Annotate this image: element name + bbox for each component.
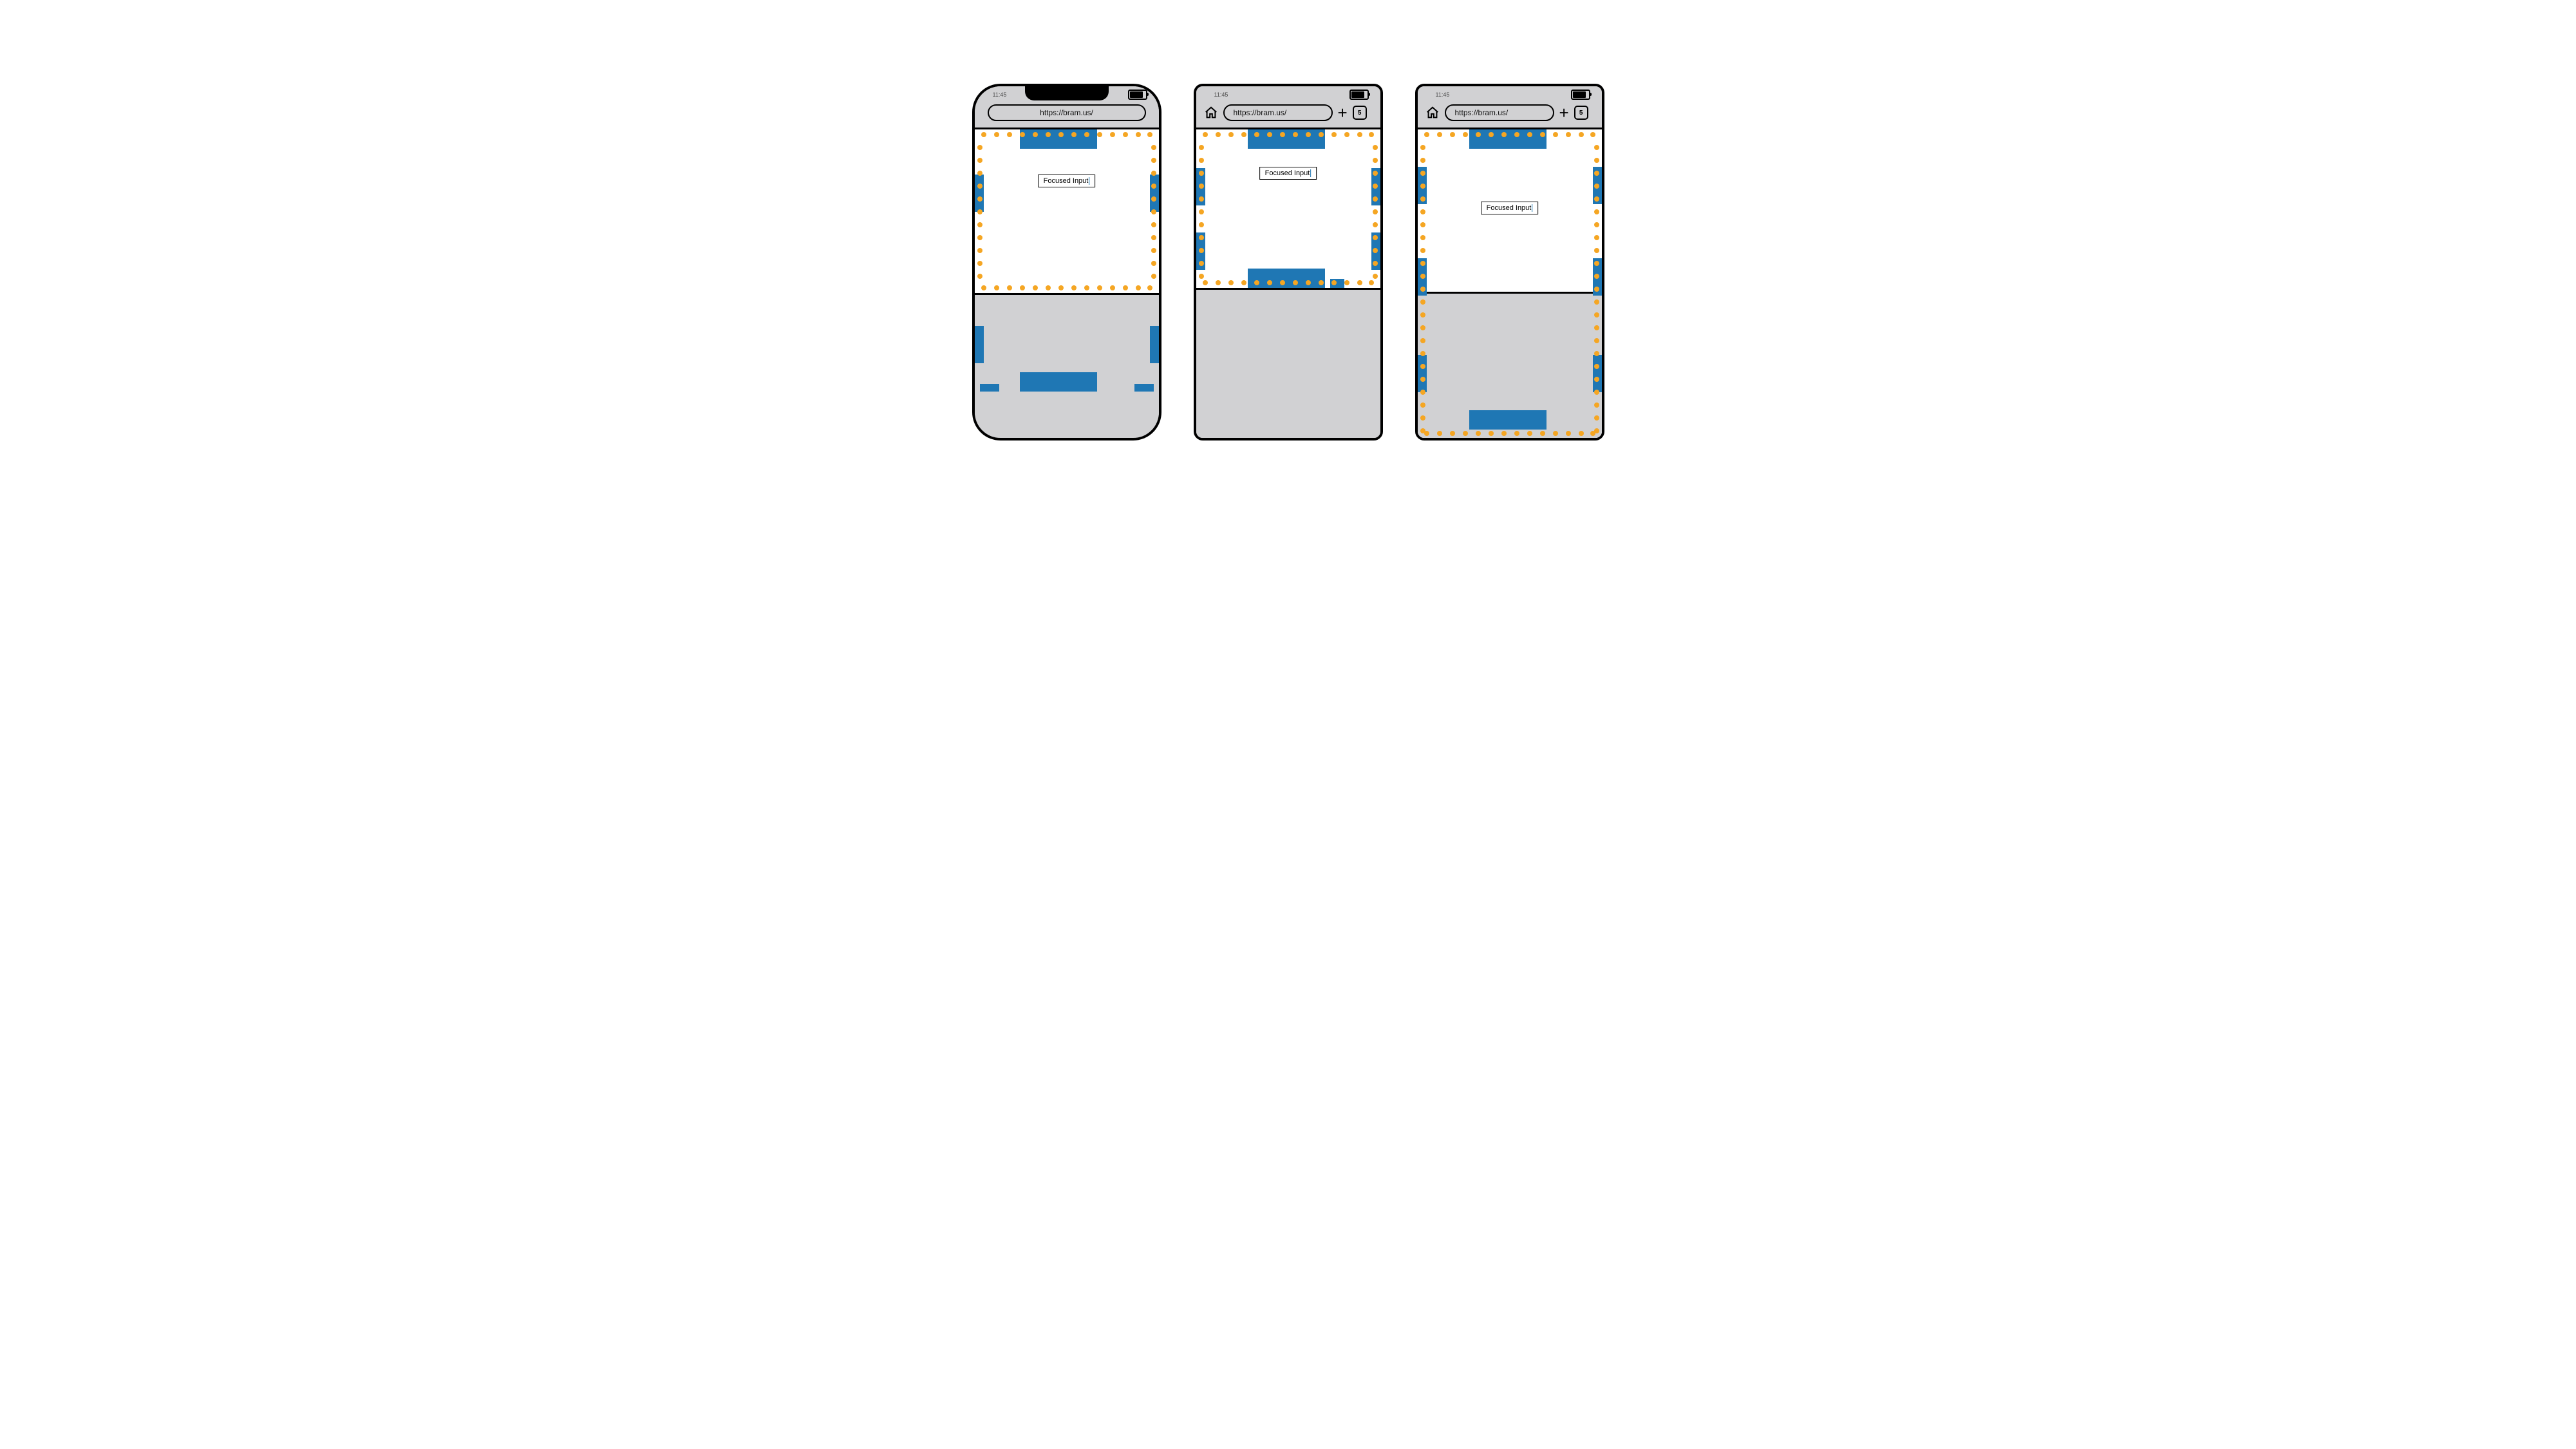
notch [1025, 86, 1109, 100]
fixed-bottom-right [1134, 384, 1154, 392]
fixed-left [975, 175, 984, 212]
fixed-left-3 [1418, 355, 1427, 392]
browser-chrome: 11:45 https://bram.us/ + 5 [1418, 86, 1602, 128]
url-field[interactable]: https://bram.us/ [1223, 104, 1333, 121]
fixed-bottom-extra [1330, 279, 1344, 288]
status-bar: 11:45 [1418, 86, 1602, 100]
fixed-right-2 [1371, 232, 1380, 270]
fixed-right-overflow [1150, 326, 1159, 363]
fixed-right-3 [1593, 355, 1602, 392]
new-tab-icon[interactable]: + [1559, 107, 1569, 118]
fixed-right [1150, 175, 1159, 212]
url-field[interactable]: https://bram.us/ [988, 104, 1146, 121]
home-icon[interactable] [1204, 106, 1218, 120]
text-caret [1310, 169, 1311, 177]
address-bar: https://bram.us/ [975, 100, 1159, 128]
input-value: Focused Input [1044, 177, 1089, 185]
device-ios: 11:45 https://bram.us/ [972, 84, 1161, 440]
clock: 11:45 [993, 91, 1007, 98]
address-bar: https://bram.us/ + 5 [1418, 100, 1602, 128]
fixed-left-2 [1196, 232, 1205, 270]
fixed-bottom-center [1020, 372, 1097, 392]
url-field[interactable]: https://bram.us/ [1445, 104, 1554, 121]
tab-count[interactable]: 5 [1574, 106, 1588, 120]
layout-viewport: Focused Input [1418, 129, 1602, 439]
fixed-top-center [1248, 129, 1325, 149]
browser-chrome: 11:45 https://bram.us/ + 5 [1196, 86, 1380, 128]
fixed-right-1 [1593, 167, 1602, 204]
address-bar: https://bram.us/ + 5 [1196, 100, 1380, 128]
battery-icon [1571, 90, 1590, 100]
clock: 11:45 [1436, 91, 1450, 98]
clock: 11:45 [1214, 91, 1228, 98]
fixed-top-center [1469, 129, 1547, 149]
new-tab-icon[interactable]: + [1338, 107, 1348, 118]
virtual-keyboard [1196, 290, 1380, 439]
status-bar: 11:45 [1196, 86, 1380, 100]
visual-viewport: Focused Input [975, 129, 1159, 293]
fixed-left-2 [1418, 258, 1427, 296]
fixed-top-center [1020, 129, 1097, 149]
fixed-bottom-center [1469, 410, 1547, 430]
fixed-left-1 [1418, 167, 1427, 204]
focused-input[interactable]: Focused Input [1038, 175, 1096, 187]
icb-outline [975, 129, 1159, 293]
fixed-left-overflow [975, 326, 984, 363]
virtual-keyboard [975, 295, 1159, 437]
fixed-bottom-center [1248, 269, 1325, 288]
battery-icon [1349, 90, 1369, 100]
diagram-stage: 11:45 https://bram.us/ [0, 0, 2576, 524]
fixed-left [1196, 168, 1205, 205]
visual-viewport: Focused Input [1196, 129, 1380, 288]
home-icon[interactable] [1425, 106, 1440, 120]
focused-input[interactable]: Focused Input [1481, 202, 1539, 214]
fixed-right-2 [1593, 258, 1602, 296]
fixed-bottom-left [980, 384, 999, 392]
input-value: Focused Input [1265, 169, 1310, 177]
device-android-resize: 11:45 https://bram.us/ + 5 [1194, 84, 1383, 440]
icb-outline [1196, 129, 1380, 288]
device-android-no-resize: 11:45 https://bram.us/ + 5 [1415, 84, 1604, 440]
battery-icon [1128, 90, 1147, 100]
tab-count[interactable]: 5 [1353, 106, 1367, 120]
fixed-right [1371, 168, 1380, 205]
focused-input[interactable]: Focused Input [1259, 167, 1317, 180]
input-value: Focused Input [1487, 204, 1532, 212]
